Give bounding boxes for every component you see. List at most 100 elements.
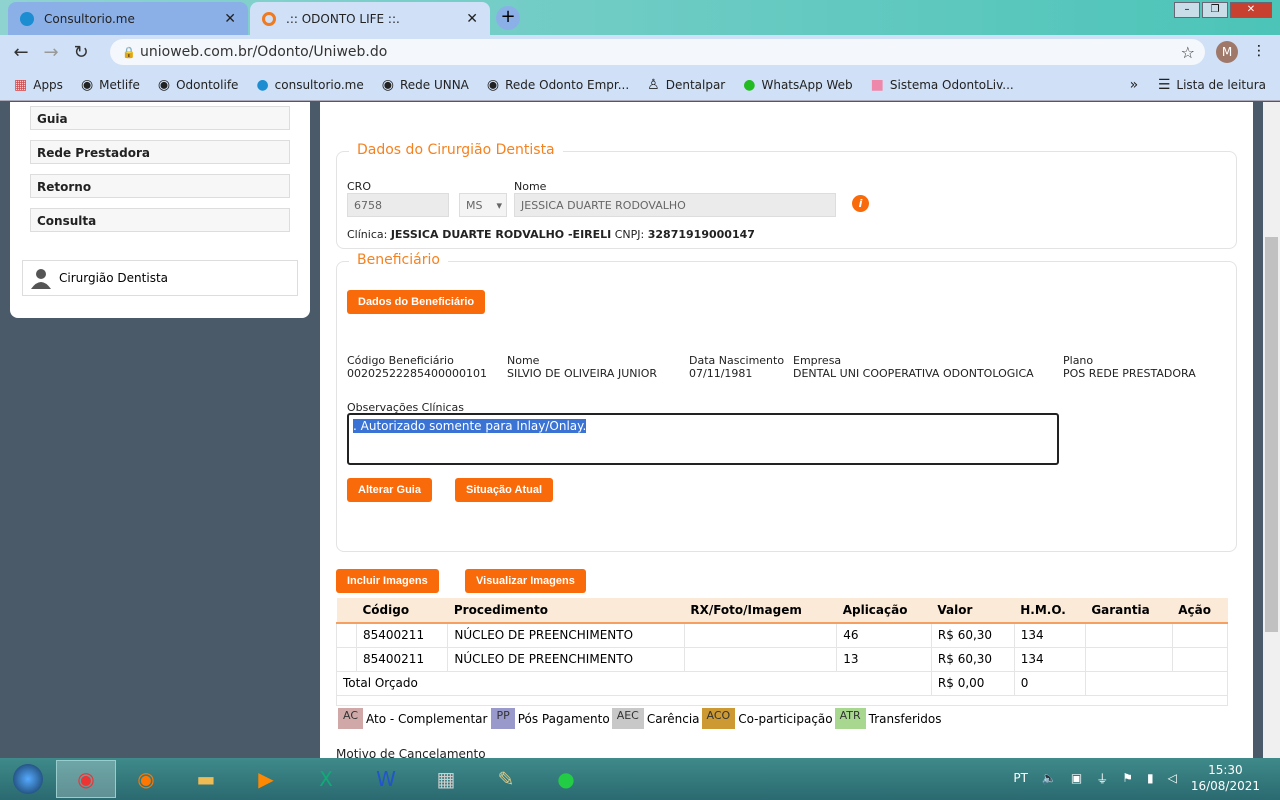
consultorio-icon: ● [256, 76, 269, 93]
menu-icon[interactable]: ⋮ [1252, 43, 1266, 59]
calculator-taskbar-icon[interactable]: ▦ [416, 760, 476, 798]
reading-list[interactable]: » ☰ Lista de leitura [1130, 77, 1266, 93]
header-rx: RX/Foto/Imagem [684, 598, 837, 624]
bookmarks-bar: ▦ Apps ◉ Metlife ◉ Odontolife ● consultorio.… [0, 69, 1280, 101]
tooth-icon: ♙ [647, 76, 660, 93]
alter-guide-button[interactable]: Alterar Guia [347, 478, 432, 502]
explorer-taskbar-icon[interactable]: ▬ [176, 760, 236, 798]
menu-rede-prestadora[interactable]: Rede Prestadora [30, 140, 290, 164]
new-tab-button[interactable]: + [496, 6, 520, 30]
menu-consulta[interactable]: Consulta [30, 208, 290, 232]
close-tab-icon[interactable]: ✕ [224, 11, 236, 27]
cell: 46 [836, 622, 932, 648]
chrome-taskbar-icon[interactable]: ◉ [56, 760, 116, 798]
excel-taskbar-icon[interactable]: X [296, 760, 356, 798]
clock[interactable]: 15:30 16/08/2021 [1191, 762, 1260, 794]
lock-icon: 🔒 [122, 45, 136, 59]
total-hmo: 0 [1013, 670, 1086, 696]
bookmark-label: Dentalpar [665, 77, 726, 92]
start-button[interactable] [0, 760, 56, 798]
legend-swatch-aco: ACO [701, 708, 736, 729]
header-blank [336, 598, 357, 624]
bookmark-rede-odonto[interactable]: ◉ Rede Odonto Empr... [487, 77, 629, 93]
page-scrollbar[interactable] [1263, 102, 1280, 758]
cnpj-label: CNPJ: [614, 228, 645, 241]
table-row: 85400211 NÚCLEO DE PREENCHIMENTO 46 R$ 60,3… [336, 622, 1229, 648]
whatsapp-taskbar-icon[interactable]: ● [536, 760, 596, 798]
bookmark-odontolife[interactable]: ◉ Odontolife [158, 77, 239, 93]
beneficiary-name: SILVIO DE OLIVEIRA JUNIOR [507, 367, 658, 380]
date: 16/08/2021 [1190, 779, 1260, 793]
field-label: Código Beneficiário [347, 354, 454, 367]
chevron-down-icon: ▾ [496, 199, 502, 212]
birth-date: 07/11/1981 [689, 367, 753, 380]
signal-icon[interactable]: ▮ [1147, 771, 1154, 785]
selected-text: . Autorizado somente para Inlay/Onlay. [353, 419, 587, 433]
minimize-button[interactable]: – [1174, 2, 1200, 18]
word-taskbar-icon[interactable]: W [356, 760, 416, 798]
more-bookmarks-icon[interactable]: » [1130, 77, 1139, 93]
network-icon[interactable]: ▣ [1071, 771, 1082, 785]
maximize-button[interactable]: ❐ [1202, 2, 1228, 18]
menu-retorno[interactable]: Retorno [30, 174, 290, 198]
media-player-taskbar-icon[interactable]: ▶ [236, 760, 296, 798]
legend-swatch-ac: AC [338, 708, 364, 729]
tab-consultorio[interactable]: Consultorio.me ✕ [8, 2, 248, 35]
close-tab-icon[interactable]: ✕ [466, 11, 478, 27]
volume-icon[interactable]: ◁ [1168, 771, 1177, 785]
beneficiary-section: Beneficiário Dados do Beneficiário Códig… [336, 252, 1237, 552]
clinic-name: JESSICA DUARTE RODVALHO -EIRELI [390, 228, 612, 241]
plan: POS REDE PRESTADORA [1063, 367, 1196, 380]
status-legend: AC Ato - Complementar PP Pós Pagamento AEC… [338, 708, 941, 729]
view-images-button[interactable]: Visualizar Imagens [465, 569, 586, 593]
menu-guia[interactable]: Guia [30, 106, 290, 130]
bookmark-star-icon[interactable]: ☆ [1181, 43, 1195, 62]
clinic-label: Clínica: [347, 228, 388, 241]
cro-field[interactable]: 6758 [347, 193, 449, 217]
field-label: Empresa [793, 354, 842, 367]
globe-icon: ◉ [80, 76, 94, 93]
beneficiary-code: 00202522285400000101 [347, 367, 487, 380]
reload-icon[interactable]: ↻ [66, 42, 96, 63]
header-aplicacao: Aplicação [836, 598, 932, 624]
bookmark-sistema-odontoliv[interactable]: ■ Sistema OdontoLiv... [871, 77, 1014, 93]
include-images-button[interactable]: Incluir Imagens [336, 569, 439, 593]
forward-icon[interactable]: → [36, 42, 66, 63]
back-icon[interactable]: ← [6, 42, 36, 63]
header-hmo: H.M.O. [1014, 598, 1086, 624]
browser-toolbar: ← → ↻ 🔒 unioweb.com.br/Odonto/Uniweb.do ☆ … [0, 35, 1280, 69]
tab-odontolife[interactable]: .:: ODONTO LIFE ::. ✕ [250, 2, 490, 35]
firefox-taskbar-icon[interactable]: ◉ [116, 760, 176, 798]
address-bar[interactable]: 🔒 unioweb.com.br/Odonto/Uniweb.do ☆ [110, 39, 1205, 65]
current-status-button[interactable]: Situação Atual [455, 478, 553, 502]
profile-avatar[interactable]: M [1216, 41, 1238, 63]
speaker-icon[interactable]: 🔈 [1042, 771, 1057, 785]
bookmark-rede-unna[interactable]: ◉ Rede UNNA [382, 77, 469, 93]
clinical-notes-textarea[interactable]: . Autorizado somente para Inlay/Onlay. [347, 413, 1059, 465]
action-center-flag-icon[interactable]: ⚑ [1122, 771, 1133, 785]
language-indicator[interactable]: PT [1013, 771, 1028, 785]
power-icon[interactable]: ⏚ [1096, 770, 1108, 787]
cell: 85400211 [355, 622, 449, 648]
tab-bar: Consultorio.me ✕ .:: ODONTO LIFE ::. ✕ + –… [0, 0, 1280, 35]
beneficiary-data-button[interactable]: Dados do Beneficiário [347, 290, 486, 314]
time: 15:30 [1208, 763, 1243, 777]
uf-select[interactable]: MS ▾ [459, 193, 507, 217]
menu-cirurgiao-dentista[interactable]: Cirurgião Dentista [22, 260, 298, 296]
windows-taskbar: ◉ ◉ ▬ ▶ X W ▦ ✎ ● PT 🔈 ▣ ⏚ ⚑ ▮ ◁ 15:30 16… [0, 758, 1280, 800]
bookmark-dentalpar[interactable]: ♙ Dentalpar [647, 77, 725, 93]
scrollbar-thumb[interactable] [1265, 237, 1278, 632]
paint-taskbar-icon[interactable]: ✎ [476, 760, 536, 798]
cell: R$ 60,30 [930, 622, 1015, 648]
cell [683, 646, 838, 672]
info-icon[interactable]: i [852, 195, 869, 212]
cell: 134 [1013, 646, 1086, 672]
section-title: Beneficiário [349, 252, 448, 268]
bookmark-consultorio[interactable]: ● consultorio.me [256, 77, 363, 93]
bookmark-metlife[interactable]: ◉ Metlife [81, 77, 140, 93]
window-close-button[interactable]: ✕ [1230, 2, 1272, 18]
whatsapp-icon: ● [743, 76, 756, 93]
dentist-name-field[interactable]: JESSICA DUARTE RODOVALHO [514, 193, 836, 217]
bookmark-whatsapp[interactable]: ● WhatsApp Web [743, 77, 852, 93]
bookmark-apps[interactable]: ▦ Apps [14, 77, 63, 93]
